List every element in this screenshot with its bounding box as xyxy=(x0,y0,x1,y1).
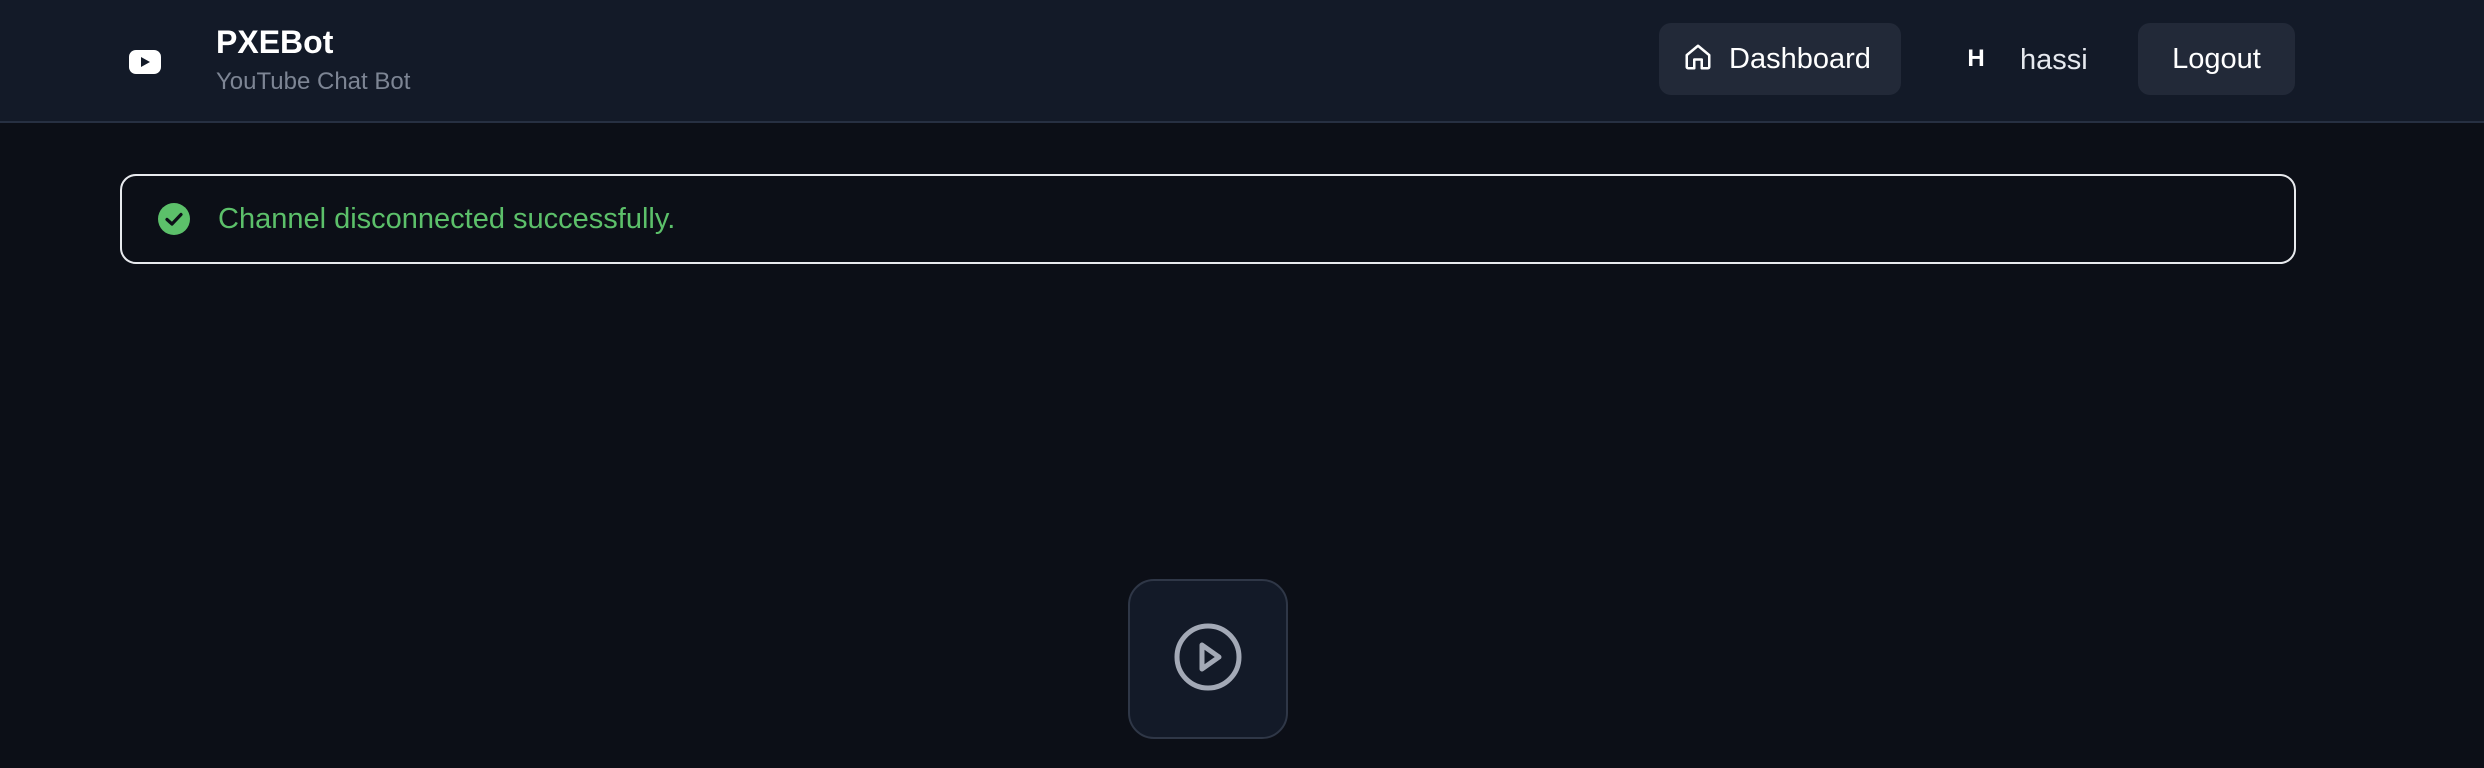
user-name[interactable]: hassi xyxy=(2020,40,2088,80)
youtube-logo-icon xyxy=(122,39,167,84)
dashboard-button[interactable]: Dashboard xyxy=(1659,23,1901,95)
brand-title: PXEBot xyxy=(216,24,334,60)
top-navbar: PXEBot YouTube Chat Bot Dashboard H hass… xyxy=(0,0,2484,123)
brand-subtitle: YouTube Chat Bot xyxy=(216,68,411,95)
avatar[interactable]: H xyxy=(1950,36,2002,82)
play-circle-icon xyxy=(1173,622,1243,697)
dashboard-label: Dashboard xyxy=(1729,42,1871,75)
empty-state-card xyxy=(1128,579,1288,739)
home-icon xyxy=(1683,42,1713,77)
logout-button[interactable]: Logout xyxy=(2138,23,2295,95)
check-circle-icon xyxy=(158,203,190,235)
alert-message: Channel disconnected successfully. xyxy=(218,203,676,235)
success-alert: Channel disconnected successfully. xyxy=(120,174,2296,264)
